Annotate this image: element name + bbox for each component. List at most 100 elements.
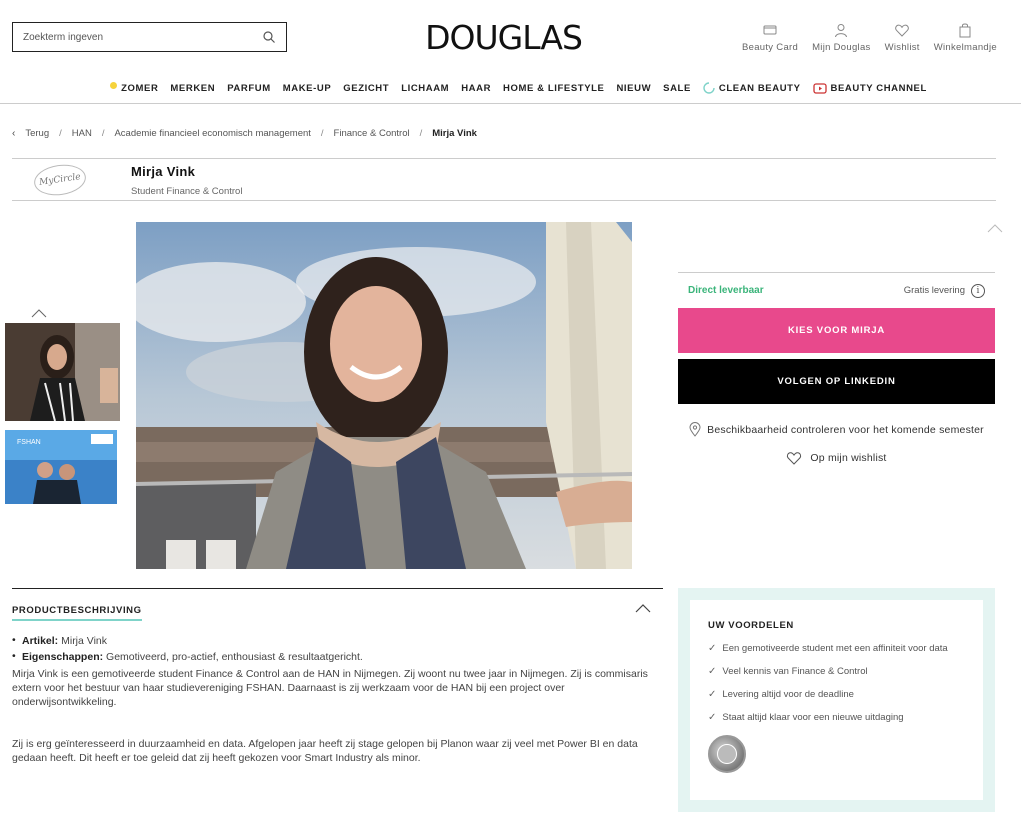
shipping-label: Gratis levering [903, 285, 965, 296]
bag-icon [959, 23, 971, 38]
benefit-item: ✓ Een gemotiveerde student met een affini… [708, 643, 965, 654]
cart-label: Winkelmandje [933, 42, 997, 53]
nav-item-nieuw[interactable]: NIEUW [616, 78, 651, 98]
description-paragraph: Zij is erg geïnteresseerd in duurzaamhei… [12, 738, 638, 764]
nav-item-gezicht[interactable]: GEZICHT [343, 78, 389, 98]
quality-seal-icon [708, 735, 746, 773]
my-douglas-label: Mijn Douglas [812, 42, 871, 53]
availability-status: Direct leverbaar [688, 285, 764, 296]
brand-row: MyCircle Mirja Vink Student Finance & Co… [12, 158, 996, 201]
location-pin-icon [689, 422, 701, 437]
breadcrumb-back[interactable]: Terug [25, 128, 49, 139]
breadcrumb-item[interactable]: HAN [72, 128, 92, 139]
nav-item-label: ZOMER [121, 82, 159, 94]
linkedin-button[interactable]: VOLGEN OP LINKEDIN [678, 359, 995, 404]
user-icon [835, 24, 848, 38]
nav-item-sale[interactable]: SALE [663, 78, 691, 98]
chevron-up-icon[interactable] [31, 305, 47, 323]
attribute-value: Mirja Vink [61, 635, 108, 647]
product-subtitle: Student Finance & Control [131, 186, 243, 197]
checkmark-icon: ✓ [708, 689, 717, 700]
breadcrumb-separator: / [320, 128, 324, 139]
breadcrumb-current: Mirja Vink [432, 128, 477, 139]
breadcrumb-separator: / [59, 128, 62, 139]
benefit-item: ✓ Levering altijd voor de deadline [708, 689, 965, 700]
brand-logo[interactable]: MyCircle [32, 161, 88, 199]
leaf-icon [703, 82, 715, 94]
svg-text:FSHAN: FSHAN [17, 439, 41, 446]
attribute-value: Gemotiveerd, pro-actief, enthousiast & r… [106, 651, 363, 663]
chevron-left-icon: ‹ [12, 128, 16, 139]
search-input[interactable] [23, 31, 262, 43]
beauty-card-label: Beauty Card [741, 42, 799, 53]
wishlist-label: Wishlist [884, 42, 920, 53]
add-to-wishlist-link[interactable]: Op mijn wishlist [678, 451, 995, 465]
product-main-image[interactable] [136, 222, 632, 569]
benefit-label: Staat altijd klaar voor een nieuwe uitda… [722, 712, 904, 723]
card-icon [763, 25, 777, 35]
attribute-label: Eigenschappen: [22, 651, 104, 663]
benefits-title: UW VOORDELEN [708, 620, 794, 631]
benefits-card: UW VOORDELEN ✓ Een gemotiveerde student m… [690, 600, 983, 800]
nav-item-label: CLEAN BEAUTY [718, 82, 801, 94]
breadcrumb-separator: / [419, 128, 423, 139]
benefit-label: Een gemotiveerde student met een affinit… [722, 643, 948, 654]
product-name: Mirja Vink [131, 164, 196, 179]
beauty-card-link[interactable]: Beauty Card [742, 22, 798, 53]
breadcrumb-item[interactable]: Finance & Control [334, 128, 410, 139]
benefit-label: Veel kennis van Finance & Control [722, 666, 868, 677]
wishlist-link[interactable]: Wishlist [885, 22, 920, 53]
wishlist-link-label: Op mijn wishlist [810, 452, 887, 464]
product-description: PRODUCTBESCHRIJVING Artikel: Mirja Vink … [12, 588, 663, 765]
header-actions: Beauty Card Mijn Douglas Wishlist Winkel… [742, 22, 997, 53]
nav-item-clean-beauty[interactable]: CLEAN BEAUTY [703, 78, 801, 98]
search-icon[interactable] [262, 30, 276, 44]
benefit-item: ✓ Veel kennis van Finance & Control [708, 666, 965, 677]
check-availability-link[interactable]: Beschikbaarheid controleren voor het kom… [678, 422, 995, 437]
nav-item-haar[interactable]: HAAR [461, 78, 491, 98]
attribute-list: Artikel: Mirja Vink Eigenschappen: Gemot… [12, 634, 663, 663]
chevron-up-icon[interactable] [635, 600, 651, 618]
nav-item-label: BEAUTY CHANNEL [830, 82, 927, 94]
benefits-panel: UW VOORDELEN ✓ Een gemotiveerde student m… [678, 588, 995, 812]
chevron-up-icon[interactable] [987, 220, 1003, 238]
checkmark-icon: ✓ [708, 666, 717, 677]
check-availability-label: Beschikbaarheid controleren voor het kom… [707, 423, 984, 436]
breadcrumb-separator: / [101, 128, 105, 139]
nav-item-merken[interactable]: MERKEN [170, 78, 215, 98]
breadcrumb-item[interactable]: Academie financieel economisch managemen… [114, 128, 310, 139]
attribute-item: Artikel: Mirja Vink [12, 634, 663, 647]
attribute-label: Artikel: [22, 635, 59, 647]
buy-box: Direct leverbaar Gratis levering i KIES … [678, 272, 995, 465]
breadcrumb: ‹ Terug / HAN / Academie financieel econ… [12, 128, 477, 139]
my-douglas-link[interactable]: Mijn Douglas [812, 22, 871, 53]
heart-icon [787, 452, 802, 465]
main-nav: ZOMER MERKEN PARFUM MAKE-UP GEZICHT LICH… [0, 78, 1021, 104]
gallery-thumbnail[interactable]: FSHAN [5, 430, 117, 504]
cart-link[interactable]: Winkelmandje [934, 22, 997, 53]
gallery-thumbnail[interactable] [5, 323, 120, 421]
heart-icon [895, 24, 909, 37]
nav-item-beauty-channel[interactable]: BEAUTY CHANNEL [812, 78, 927, 98]
attribute-item: Eigenschappen: Gemotiveerd, pro-actief, … [12, 650, 663, 663]
nav-item-home-lifestyle[interactable]: HOME & LIFESTYLE [503, 78, 604, 98]
benefit-item: ✓ Staat altijd klaar voor een nieuwe uitd… [708, 712, 965, 723]
description-paragraph: Mirja Vink is een gemotiveerde student F… [12, 668, 648, 708]
tv-icon [812, 83, 827, 94]
nav-item-lichaam[interactable]: LICHAAM [401, 78, 449, 98]
description-title: PRODUCTBESCHRIJVING [12, 605, 142, 621]
sun-icon [110, 81, 118, 89]
nav-item-make-up[interactable]: MAKE-UP [283, 78, 332, 98]
search-box[interactable] [12, 22, 287, 52]
info-icon[interactable]: i [971, 283, 985, 298]
checkmark-icon: ✓ [708, 712, 717, 723]
benefit-label: Levering altijd voor de deadline [722, 689, 854, 700]
nav-item-parfum[interactable]: PARFUM [227, 78, 271, 98]
shipping-info: Gratis levering i [903, 283, 985, 298]
checkmark-icon: ✓ [708, 643, 717, 654]
description-header[interactable]: PRODUCTBESCHRIJVING [12, 589, 663, 629]
choose-button[interactable]: KIES VOOR MIRJA [678, 308, 995, 353]
availability-row: Direct leverbaar Gratis levering i [678, 272, 995, 308]
nav-item-zomer[interactable]: ZOMER [110, 78, 158, 98]
douglas-logo[interactable]: DOUGLAS [421, 18, 586, 58]
